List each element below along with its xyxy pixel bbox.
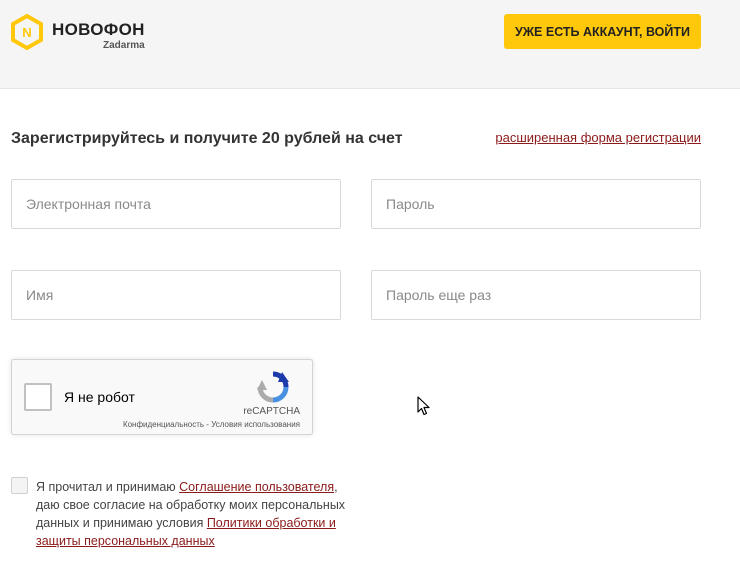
email-field[interactable] — [11, 179, 341, 229]
logo-subtitle: Zadarma — [103, 40, 145, 51]
recaptcha-checkbox[interactable] — [24, 383, 52, 411]
novofon-logo-icon: N — [11, 14, 43, 50]
recaptcha-brand: reCAPTCHA — [243, 406, 300, 417]
page-title: Зарегистрируйтесь и получите 20 рублей н… — [11, 130, 403, 147]
mouse-cursor-icon — [417, 396, 430, 416]
user-agreement-link[interactable]: Соглашение пользователя — [179, 480, 334, 494]
agreement-text: Я прочитал и принимаю Соглашение пользов… — [36, 478, 346, 550]
header: N НОВОФОН Zadarma УЖЕ ЕСТЬ АККАУНТ, ВОЙТ… — [0, 0, 740, 89]
password-repeat-field[interactable] — [371, 270, 701, 320]
logo-name: НОВОФОН — [52, 20, 145, 39]
logo[interactable]: N НОВОФОН Zadarma — [10, 14, 160, 54]
recaptcha-terms[interactable]: Конфиденциальность - Условия использован… — [123, 420, 300, 429]
extended-registration-link[interactable]: расширенная форма регистрации — [495, 130, 701, 145]
recaptcha-logo-icon — [257, 371, 289, 403]
password-field[interactable] — [371, 179, 701, 229]
svg-text:N: N — [22, 25, 31, 40]
agreement-text-part-1: Я прочитал и принимаю — [36, 480, 180, 494]
recaptcha-widget: Я не робот reCAPTCHA Конфиденциальность … — [11, 359, 313, 435]
agreement-checkbox[interactable] — [11, 477, 28, 494]
name-field[interactable] — [11, 270, 341, 320]
login-button[interactable]: УЖЕ ЕСТЬ АККАУНТ, ВОЙТИ — [504, 14, 701, 49]
recaptcha-label: Я не робот — [64, 389, 135, 405]
